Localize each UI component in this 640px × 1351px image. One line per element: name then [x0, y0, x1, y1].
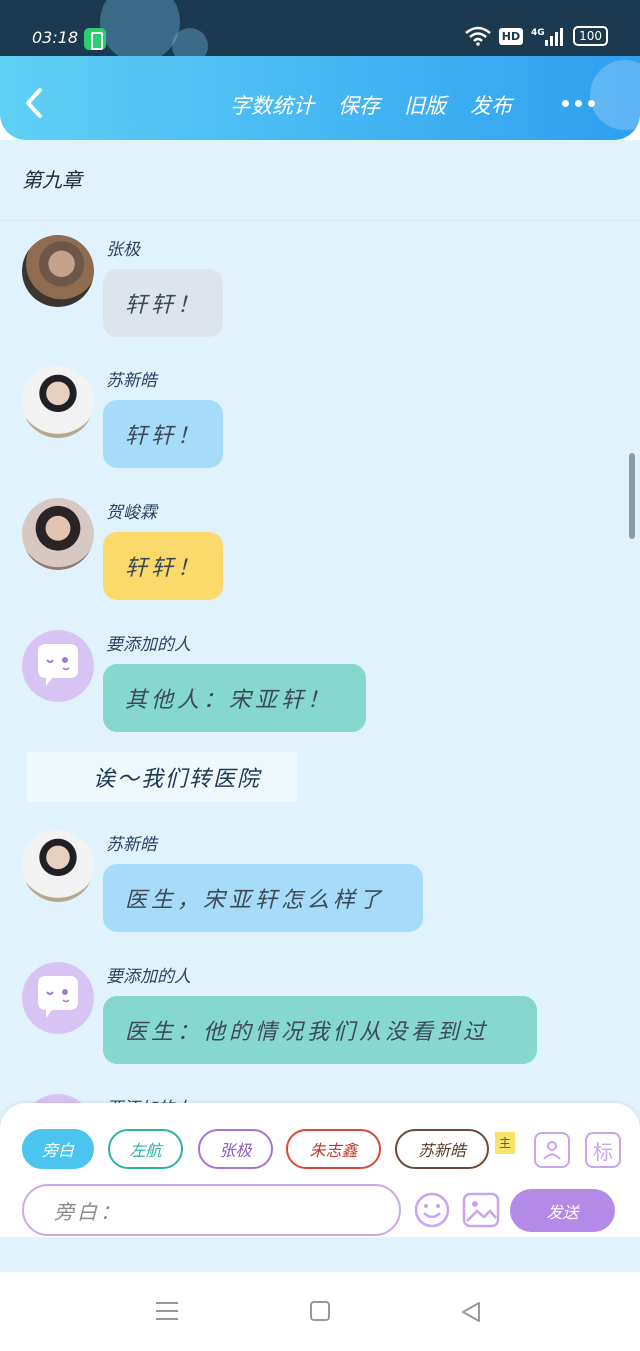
header-menu: 字数统计 保存 旧版 发布	[230, 90, 512, 120]
save-button[interactable]: 保存	[338, 90, 380, 120]
sender-name: 苏新皓	[106, 371, 157, 391]
chapter-title[interactable]: 第九章	[22, 164, 82, 193]
decor-bubble	[590, 60, 640, 130]
sender-name: 张极	[106, 240, 140, 260]
ghost-avatar-icon[interactable]	[22, 962, 94, 1034]
battery-saver-icon	[84, 28, 106, 50]
wifi-icon	[464, 26, 491, 46]
emoji-icon[interactable]	[413, 1191, 451, 1229]
editor-header: 字数统计 保存 旧版 发布	[0, 56, 640, 140]
role-chip[interactable]: 左航	[108, 1129, 183, 1169]
back-arrow-icon[interactable]	[22, 88, 48, 118]
message-bubble[interactable]: 轩轩！	[103, 532, 223, 600]
message-bubble[interactable]: 医生：他的情况我们从没看到过	[103, 996, 537, 1064]
sender-name: 苏新皓	[106, 835, 157, 855]
image-icon[interactable]	[462, 1192, 500, 1228]
signal-icon: 4G	[531, 26, 565, 46]
message-bubble[interactable]: 医生，宋亚轩怎么样了	[103, 864, 423, 932]
role-chip[interactable]: 张极	[198, 1129, 273, 1169]
tag-icon[interactable]: 标	[585, 1132, 621, 1168]
role-chip[interactable]: 朱志鑫	[286, 1129, 381, 1169]
bottom-strip	[0, 1237, 640, 1272]
avatar[interactable]	[22, 235, 94, 307]
message-bubble[interactable]: 轩轩！	[103, 269, 223, 337]
message-input[interactable]: 旁白：	[22, 1184, 401, 1236]
decor-bubble	[100, 0, 180, 60]
avatar[interactable]	[22, 366, 94, 438]
sender-name: 贺峻霖	[106, 503, 157, 523]
home-icon[interactable]	[310, 1301, 330, 1321]
scrollbar[interactable]	[629, 453, 635, 539]
status-bar: 03:18 HD 4G 100	[0, 0, 640, 60]
avatar[interactable]	[22, 830, 94, 902]
ghost-avatar-icon[interactable]	[22, 630, 94, 702]
role-chip[interactable]: 苏新皓	[395, 1129, 489, 1169]
avatar[interactable]	[22, 498, 94, 570]
status-time: 03:18	[32, 28, 79, 47]
sender-name: 要添加的人	[106, 635, 191, 655]
character-icon[interactable]	[534, 1132, 570, 1168]
narration-block[interactable]: 诶～我们转医院	[27, 752, 297, 802]
recent-apps-icon[interactable]	[156, 1302, 178, 1326]
role-chip-narrator[interactable]: 旁白	[22, 1129, 94, 1169]
message-bubble[interactable]: 其他人：宋亚轩！	[103, 664, 366, 732]
more-dots-icon[interactable]	[562, 100, 595, 107]
sender-name: 要添加的人	[106, 967, 191, 987]
nav-back-icon[interactable]	[459, 1300, 483, 1324]
battery-level: 100	[573, 26, 608, 46]
message-bubble[interactable]: 轩轩！	[103, 400, 223, 468]
send-button[interactable]: 发送	[510, 1189, 615, 1232]
system-nav-bar	[0, 1272, 640, 1351]
hd-badge: HD	[498, 27, 524, 45]
old-version-button[interactable]: 旧版	[404, 90, 446, 120]
svg-text:4G: 4G	[531, 28, 545, 38]
status-indicators: HD 4G 100	[464, 26, 608, 46]
publish-button[interactable]: 发布	[470, 90, 512, 120]
main-role-badge: 主	[495, 1132, 515, 1154]
divider	[0, 220, 640, 221]
word-count-button[interactable]: 字数统计	[230, 90, 314, 120]
